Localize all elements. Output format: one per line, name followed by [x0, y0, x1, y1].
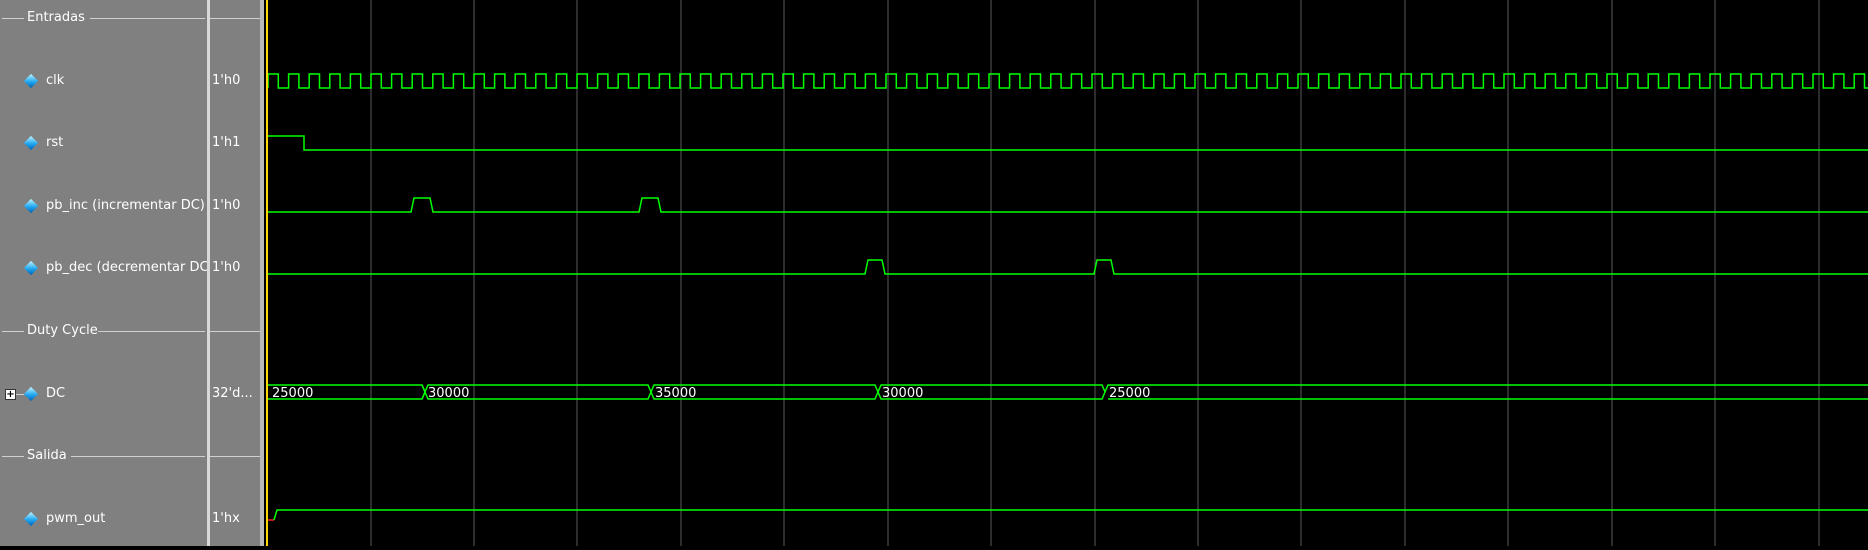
group-divider	[71, 456, 205, 457]
group-divider	[210, 331, 260, 332]
waveform-pb-inc	[266, 197, 1868, 213]
dc-value-label: 30000	[882, 386, 923, 401]
signal-diamond-icon	[23, 511, 39, 527]
group-divider	[90, 18, 205, 19]
waveform-dc-bus: 25000 30000 35000 30000 25000	[266, 384, 1868, 401]
signal-value-panel: 1'h0 1'h1 1'h0 1'h0 32'd... 1'hx	[210, 0, 260, 546]
signal-diamond-icon	[23, 135, 39, 151]
waveform-clk	[267, 73, 1868, 89]
signal-name-clk[interactable]: clk	[46, 73, 64, 89]
waveform-pb-dec	[266, 259, 1868, 275]
group-divider	[210, 18, 260, 19]
dc-value-label: 35000	[655, 386, 696, 401]
waveform-rst	[266, 135, 1868, 151]
group-divider	[2, 331, 24, 332]
signal-diamond-icon	[23, 260, 39, 276]
waveform-view[interactable]: 25000 30000 35000 30000 25000	[264, 0, 1868, 546]
signal-value-clk: 1'h0	[212, 73, 241, 88]
signal-diamond-icon	[23, 198, 39, 214]
group-label-salida[interactable]: Salida	[27, 448, 67, 464]
signal-name-rst[interactable]: rst	[46, 135, 63, 151]
dc-value-label: 25000	[272, 386, 313, 401]
group-divider	[2, 456, 24, 457]
group-divider	[210, 456, 260, 457]
time-grid	[370, 0, 1820, 546]
signal-value-pwm-out: 1'hx	[212, 511, 240, 526]
signal-name-pwm-out[interactable]: pwm_out	[46, 511, 105, 527]
signal-diamond-icon	[23, 386, 39, 402]
signal-value-dc: 32'd...	[212, 386, 253, 401]
signal-value-pb-inc: 1'h0	[212, 198, 241, 213]
signal-diamond-icon	[23, 73, 39, 89]
tree-connector	[16, 394, 24, 395]
waveform-pwm-out	[273, 509, 1868, 521]
signal-name-pb-inc[interactable]: pb_inc (incrementar DC)	[46, 198, 205, 214]
expand-plus-icon[interactable]: +	[5, 389, 16, 400]
signal-name-pb-dec[interactable]: pb_dec (decrementar DC)	[46, 260, 214, 276]
signal-name-panel: Entradas clk rst pb_inc (incrementar DC)…	[0, 0, 214, 546]
group-label-entradas[interactable]: Entradas	[27, 10, 85, 26]
waveform-canvas[interactable]: 25000 30000 35000 30000 25000	[264, 0, 1868, 546]
dc-value-label: 30000	[428, 386, 469, 401]
signal-name-dc[interactable]: DC	[46, 386, 65, 402]
dc-value-label: 25000	[1109, 386, 1150, 401]
group-divider	[2, 18, 24, 19]
signal-value-pb-dec: 1'h0	[212, 260, 241, 275]
signal-value-rst: 1'h1	[212, 135, 241, 150]
group-divider	[98, 331, 205, 332]
group-label-duty-cycle[interactable]: Duty Cycle	[27, 323, 98, 339]
